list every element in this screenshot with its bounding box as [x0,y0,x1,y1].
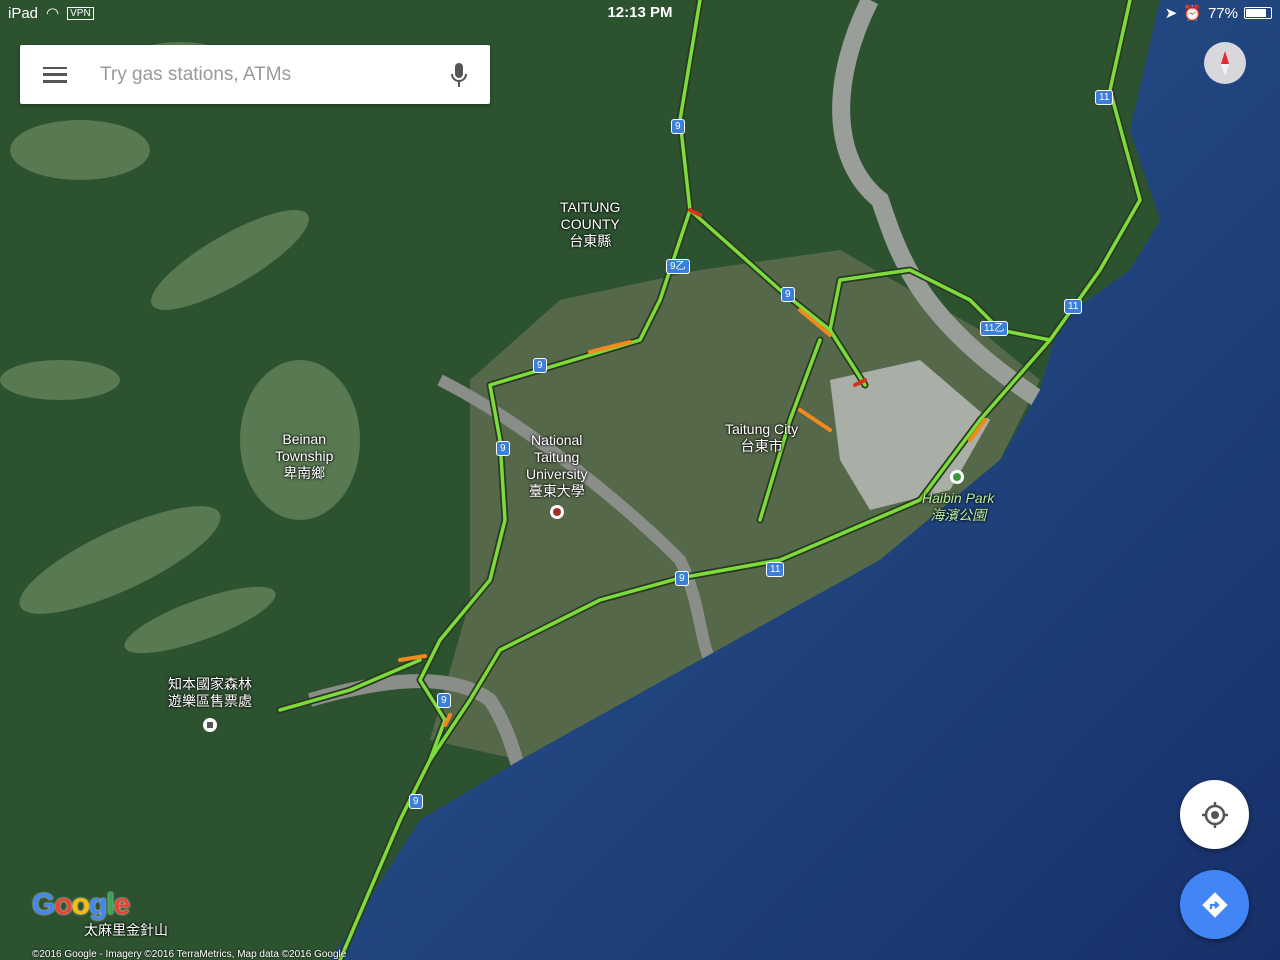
label-national-taitung-university[interactable]: National Taitung University 臺東大學 [526,432,587,500]
battery-percent: 77% [1207,4,1238,22]
route-shield: 9乙 [666,259,690,274]
battery-icon [1244,7,1272,19]
my-location-button[interactable] [1180,780,1249,849]
label-taimali: 太麻里金針山 [84,922,168,938]
satellite-map[interactable] [0,0,1280,960]
compass-icon [1221,51,1229,76]
route-shield: 9 [409,794,423,809]
route-shield: 9 [675,571,689,586]
route-shield: 9 [781,287,795,302]
search-input[interactable] [100,63,444,86]
crosshair-icon [1201,801,1228,828]
route-shield: 11 [1064,299,1083,314]
search-bar[interactable] [20,45,490,104]
clock: 12:13 PM [607,4,673,21]
route-shield: 9 [496,441,510,456]
directions-icon [1201,891,1228,918]
route-shield: 11乙 [980,321,1009,336]
route-shield: 9 [437,693,451,708]
label-zhiben-forest[interactable]: 知本國家森林 遊樂區售票處 [168,676,252,710]
alarm-icon: ⏰ [1183,5,1202,22]
route-shield: 9 [671,119,685,134]
directions-button[interactable] [1180,870,1249,939]
location-arrow-icon: ➤ [1164,5,1178,22]
compass-button[interactable] [1204,42,1246,84]
label-beinan: Beinan Township 卑南鄉 [275,431,334,481]
label-taitung-county: TAITUNG COUNTY 台東縣 [560,199,621,249]
hamburger-icon[interactable] [43,66,67,83]
google-logo: Google [32,888,130,921]
route-shield: 9 [533,358,547,373]
map-copyright[interactable]: ©2016 Google - Imagery ©2016 TerraMetric… [32,949,346,960]
microphone-icon[interactable] [444,61,474,89]
route-shield: 11 [766,562,785,577]
route-shield: 11 [1095,90,1114,105]
label-taitung-city: Taitung City 台東市 [725,421,799,454]
status-bar: iPad ◠ VPN 12:13 PM ➤ ⏰ 77% [0,0,1280,26]
label-haibin-park[interactable]: Haibin Park 海濱公園 [922,490,994,524]
